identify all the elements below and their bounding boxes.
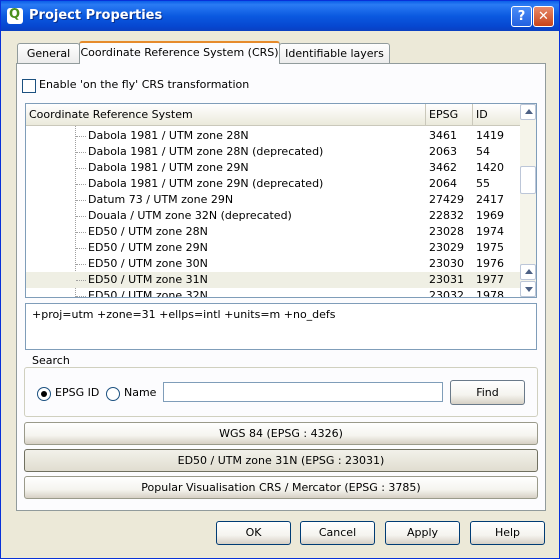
recent-crs-wgs84-button[interactable]: WGS 84 (EPSG : 4326) — [24, 422, 538, 445]
epsg-cell: 22832 — [429, 209, 464, 222]
column-header-crs[interactable]: Coordinate Reference System — [26, 104, 426, 126]
tree-branch-line — [76, 264, 86, 265]
crs-name-cell: ED50 / UTM zone 29N — [88, 241, 208, 254]
crs-name-cell: Dabola 1981 / UTM zone 29N (deprecated) — [88, 177, 324, 190]
id-cell: 1419 — [476, 129, 504, 142]
id-cell: 1420 — [476, 161, 504, 174]
tree-row[interactable]: ED50 / UTM zone 28N 23028 1974 — [26, 224, 520, 240]
search-group-title: Search — [30, 354, 72, 367]
tree-branch-line — [76, 152, 86, 153]
crs-name-cell: Datum 73 / UTM zone 29N — [88, 193, 234, 206]
tree-branch-line — [76, 216, 86, 217]
epsg-cell: 3461 — [429, 129, 457, 142]
tree-row[interactable]: ED50 / UTM zone 31N 23031 1977 — [26, 272, 520, 288]
crs-name-cell: ED50 / UTM zone 28N — [88, 225, 208, 238]
epsg-cell: 23032 — [429, 289, 464, 298]
tree-branch-line — [76, 200, 86, 201]
tree-row[interactable]: Dabola 1981 / UTM zone 29N 3462 1420 — [26, 160, 520, 176]
id-cell: 1975 — [476, 241, 504, 254]
tree-row[interactable]: Dabola 1981 / UTM zone 28N 3461 1419 — [26, 128, 520, 144]
crs-name-cell: ED50 / UTM zone 30N — [88, 257, 208, 270]
name-label: Name — [124, 386, 157, 399]
id-cell: 55 — [476, 177, 490, 190]
crs-name-cell: Dabola 1981 / UTM zone 28N — [88, 129, 249, 142]
window-title: Project Properties — [29, 8, 163, 23]
help-button[interactable]: Help — [470, 521, 545, 545]
id-cell: 1978 — [476, 289, 504, 298]
tab-crs[interactable]: Coordinate Reference System (CRS) — [79, 41, 280, 64]
search-input[interactable] — [163, 382, 443, 402]
tree-branch-line — [76, 232, 86, 233]
epsg-cell: 23028 — [429, 225, 464, 238]
tree-branch-line — [76, 280, 86, 281]
tree-row[interactable]: ED50 / UTM zone 30N 23030 1976 — [26, 256, 520, 272]
crs-name-cell: Douala / UTM zone 32N (deprecated) — [88, 209, 292, 222]
epsg-cell: 23031 — [429, 273, 464, 286]
proj-string-box[interactable]: +proj=utm +zone=31 +ellps=intl +units=m … — [25, 303, 537, 350]
scroll-up-icon[interactable] — [520, 264, 536, 280]
apply-button[interactable]: Apply — [385, 521, 460, 545]
otf-checkbox[interactable] — [22, 79, 36, 93]
epsg-cell: 2063 — [429, 145, 457, 158]
crs-name-cell: ED50 / UTM zone 32N — [88, 289, 208, 298]
crs-name-cell: ED50 / UTM zone 31N — [88, 273, 208, 286]
crs-tree[interactable]: Coordinate Reference System EPSG ID Dabo… — [25, 103, 537, 298]
id-cell: 1977 — [476, 273, 504, 286]
tree-row[interactable]: ED50 / UTM zone 29N 23029 1975 — [26, 240, 520, 256]
tree-row[interactable]: Datum 73 / UTM zone 29N 27429 2417 — [26, 192, 520, 208]
id-cell: 1974 — [476, 225, 504, 238]
epsg-id-label: EPSG ID — [55, 386, 100, 399]
id-cell: 1976 — [476, 257, 504, 270]
tab-identifiable-layers[interactable]: Identifiable layers — [279, 43, 390, 63]
tree-branch-line — [76, 296, 86, 297]
id-cell: 2417 — [476, 193, 504, 206]
tree-row[interactable]: Dabola 1981 / UTM zone 28N (deprecated) 2… — [26, 144, 520, 160]
scroll-down-icon[interactable] — [520, 281, 536, 297]
tree-row[interactable]: Dabola 1981 / UTM zone 29N (deprecated) 2… — [26, 176, 520, 192]
crs-name-cell: Dabola 1981 / UTM zone 29N — [88, 161, 249, 174]
scroll-thumb[interactable] — [520, 166, 536, 194]
tree-branch-line — [76, 168, 86, 169]
epsg-cell: 3462 — [429, 161, 457, 174]
ok-button[interactable]: OK — [216, 521, 291, 545]
otf-label: Enable 'on the fly' CRS transformation — [39, 78, 250, 91]
tree-row[interactable]: ED50 / UTM zone 32N 23032 1978 — [26, 288, 520, 298]
epsg-cell: 2064 — [429, 177, 457, 190]
cancel-button[interactable]: Cancel — [300, 521, 375, 545]
help-icon[interactable]: ? — [511, 6, 532, 27]
title-bar[interactable]: Project Properties ? ✕ — [1, 1, 559, 31]
recent-crs-mercator-button[interactable]: Popular Visualisation CRS / Mercator (EP… — [24, 476, 538, 499]
column-header-epsg[interactable]: EPSG — [426, 104, 473, 126]
epsg-cell: 27429 — [429, 193, 464, 206]
recent-crs-ed50-button[interactable]: ED50 / UTM zone 31N (EPSG : 23031) — [24, 449, 538, 472]
tree-scrollbar[interactable] — [520, 104, 536, 297]
tab-general[interactable]: General — [17, 43, 80, 63]
id-cell: 54 — [476, 145, 490, 158]
id-cell: 1969 — [476, 209, 504, 222]
scroll-up-icon[interactable] — [520, 104, 536, 120]
tree-branch-line — [76, 248, 86, 249]
tree-branch-line — [76, 136, 86, 137]
tree-branch-line — [76, 184, 86, 185]
close-icon[interactable]: ✕ — [533, 6, 554, 27]
qgis-icon — [7, 7, 23, 24]
name-radio[interactable] — [106, 387, 120, 401]
project-properties-window: Project Properties ? ✕ General Coordinat… — [0, 0, 560, 559]
crs-name-cell: Dabola 1981 / UTM zone 28N (deprecated) — [88, 145, 324, 158]
find-button[interactable]: Find — [450, 380, 525, 405]
tree-row[interactable]: Douala / UTM zone 32N (deprecated) 22832 1… — [26, 208, 520, 224]
epsg-cell: 23029 — [429, 241, 464, 254]
epsg-cell: 23030 — [429, 257, 464, 270]
column-header-id[interactable]: ID — [473, 104, 520, 126]
epsg-id-radio[interactable] — [37, 387, 51, 401]
proj-string: +proj=utm +zone=31 +ellps=intl +units=m … — [32, 308, 336, 321]
